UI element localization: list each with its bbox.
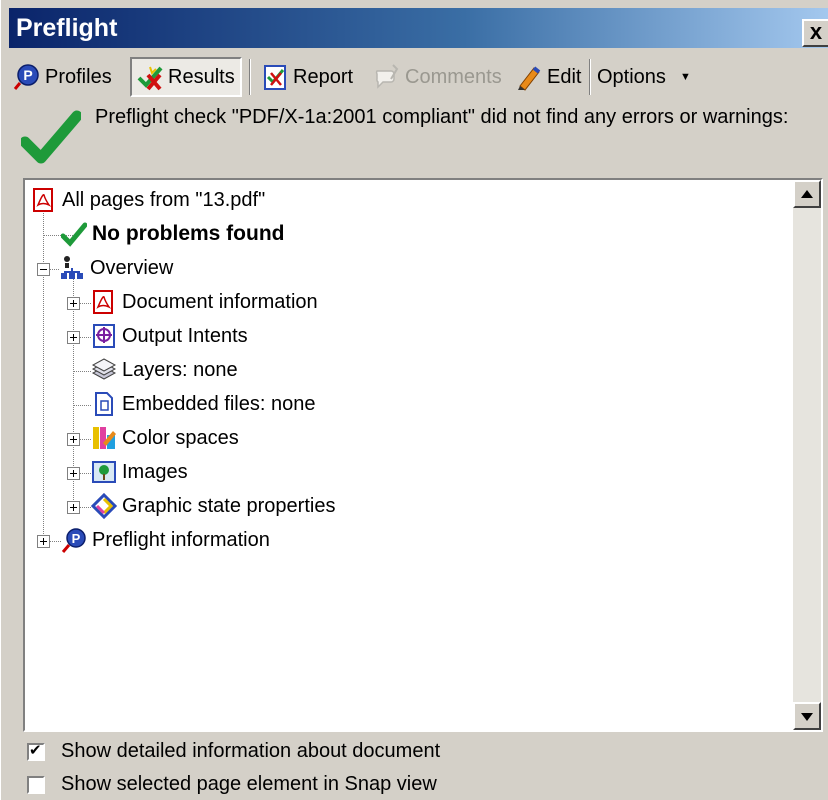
tree-item-root[interactable]: All pages from "13.pdf" — [31, 184, 265, 216]
show-detailed-checkbox[interactable] — [27, 741, 45, 761]
comments-label: Comments — [405, 65, 502, 88]
results-button[interactable]: Results — [130, 57, 242, 97]
window-title: Preflight — [16, 14, 118, 42]
edit-button[interactable]: Edit — [511, 57, 581, 97]
tree-item-label: No problems found — [92, 222, 285, 245]
results-tree[interactable]: All pages from "13.pdf" No problems foun… — [23, 178, 823, 732]
edit-icon — [515, 63, 543, 91]
svg-text:P: P — [72, 531, 81, 546]
svg-text:P: P — [23, 67, 32, 83]
options-button[interactable]: Options ▼ — [593, 57, 691, 97]
profiles-button[interactable]: P Profiles — [9, 57, 112, 97]
tree-item-label: All pages from "13.pdf" — [62, 188, 266, 211]
comments-button[interactable]: Comments — [369, 57, 502, 97]
expand-toggle[interactable] — [67, 467, 80, 480]
tree-line — [43, 210, 45, 544]
success-check-icon — [21, 110, 81, 164]
show-snap-label: Show selected page element in Snap view — [61, 773, 437, 795]
tree-item-label: Color spaces — [122, 426, 239, 449]
toolbar-separator — [589, 59, 591, 95]
tree-item-images[interactable]: Images — [91, 456, 188, 488]
tree-item-preflight-information[interactable]: P Preflight information — [61, 524, 270, 556]
tree-line — [73, 405, 91, 407]
close-icon: x — [809, 19, 823, 44]
toolbar: P Profiles Results Report Comments Edit … — [9, 55, 821, 99]
collapse-toggle[interactable] — [37, 263, 50, 276]
color-spaces-icon — [91, 425, 117, 451]
status-message: Preflight check "PDF/X-1a:2001 compliant… — [95, 106, 789, 128]
results-icon — [136, 63, 164, 91]
scroll-up-button[interactable] — [793, 180, 821, 208]
tree-item-overview[interactable]: Overview — [59, 252, 173, 284]
tree-item-label: Layers: none — [122, 358, 238, 381]
image-icon — [91, 459, 117, 485]
results-label: Results — [168, 65, 235, 88]
title-bar[interactable]: Preflight x — [9, 8, 828, 48]
tree-item-output-intents[interactable]: Output Intents — [91, 320, 248, 352]
hierarchy-icon — [59, 255, 85, 281]
pdf-file-icon — [31, 187, 57, 213]
tree-line — [73, 371, 91, 373]
report-label: Report — [293, 65, 354, 88]
tree-item-label: Embedded files: none — [122, 392, 316, 415]
tree-item-document-information[interactable]: Document information — [91, 286, 318, 318]
tree-item-label: Graphic state properties — [122, 494, 336, 517]
expand-toggle[interactable] — [67, 297, 80, 310]
options-label: Options — [597, 65, 666, 88]
tree-item-graphic-state[interactable]: Graphic state properties — [91, 490, 335, 522]
embedded-file-icon — [91, 391, 117, 417]
tree-item-embedded-files[interactable]: Embedded files: none — [91, 388, 315, 420]
show-detailed-option[interactable]: Show detailed information about document — [27, 740, 440, 763]
output-intent-icon — [91, 323, 117, 349]
arrow-down-icon — [801, 713, 813, 721]
graphic-state-icon — [91, 493, 117, 519]
show-detailed-label: Show detailed information about document — [61, 740, 441, 762]
tree-item-color-spaces[interactable]: Color spaces — [91, 422, 239, 454]
report-button[interactable]: Report — [257, 57, 353, 97]
expand-toggle[interactable] — [67, 433, 80, 446]
edit-label: Edit — [547, 65, 582, 88]
chevron-down-icon: ▼ — [679, 71, 691, 83]
expand-toggle[interactable] — [37, 535, 50, 548]
tree-item-label: Document information — [122, 290, 318, 313]
profiles-icon: P — [13, 63, 41, 91]
show-snap-option[interactable]: Show selected page element in Snap view — [27, 773, 437, 796]
close-button[interactable]: x — [802, 19, 828, 47]
tree-item-no-problems[interactable]: No problems found — [61, 218, 285, 250]
check-icon — [61, 221, 87, 247]
expand-toggle[interactable] — [67, 331, 80, 344]
preflight-window: Preflight x P Profiles Results Report Co… — [0, 0, 828, 800]
vertical-scrollbar[interactable] — [793, 180, 821, 730]
arrow-up-icon — [801, 190, 813, 198]
tree-item-label: Output Intents — [122, 324, 248, 347]
show-snap-checkbox[interactable] — [27, 775, 45, 794]
profiles-label: Profiles — [45, 65, 112, 88]
comments-icon — [373, 63, 401, 91]
toolbar-separator — [249, 59, 251, 95]
tree-item-layers[interactable]: Layers: none — [91, 354, 238, 386]
profiles-icon: P — [61, 527, 87, 553]
report-icon — [261, 63, 289, 91]
tree-item-label: Preflight information — [92, 528, 270, 551]
tree-item-label: Overview — [90, 256, 174, 279]
layers-icon — [91, 357, 117, 383]
scroll-down-button[interactable] — [793, 702, 821, 730]
tree-item-label: Images — [122, 460, 188, 483]
expand-toggle[interactable] — [67, 501, 80, 514]
pdf-document-icon — [91, 289, 117, 315]
